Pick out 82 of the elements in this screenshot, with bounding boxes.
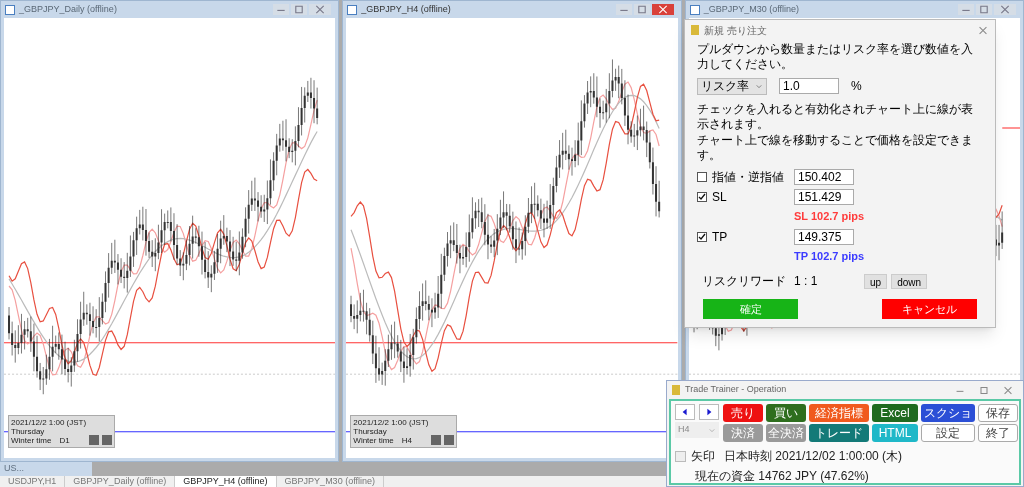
info-text: Thursday (11, 427, 46, 436)
window-title: Trade Trainer - Operation (685, 383, 787, 397)
price-input[interactable]: 150.402 (794, 169, 854, 185)
maximize-icon[interactable] (291, 4, 308, 15)
caret-icon (708, 426, 716, 434)
app-icon (672, 385, 680, 395)
risk-reward-value: 1 : 1 (794, 273, 819, 290)
step-button[interactable]: up (864, 273, 888, 289)
risk-reward-label: リスクリワード (702, 273, 787, 290)
tab[interactable]: GBPJPY_M30 (offline) (276, 476, 384, 487)
price-input[interactable]: 149.375 (794, 228, 854, 245)
maximize-icon[interactable] (633, 4, 650, 15)
instruction-text: プルダウンから数量またはリスク率を選び数値を入力してください。 (697, 42, 974, 72)
info-text: Thursday (353, 427, 388, 436)
action-button[interactable]: スクショ (921, 404, 975, 422)
tab[interactable]: USDJPY,H1 (0, 476, 66, 487)
nav-button[interactable] (102, 435, 113, 445)
price-line (1001, 127, 1020, 129)
note-text: チェックを入れると有効化されチャート上に線が表示されます。 (697, 102, 974, 132)
minimize-icon[interactable] (273, 4, 290, 15)
right-triangle-icon (705, 408, 713, 416)
risk-input[interactable]: 1.0 (779, 78, 839, 94)
cancel-button[interactable]: キャンセル (882, 299, 977, 319)
close-icon[interactable] (977, 24, 989, 36)
funds-text: 現在の資金 14762 JPY (47.62%) (695, 468, 870, 485)
tab[interactable]: GBPJPY_H4 (offline) (175, 476, 277, 487)
info-text: 2021/12/2 1:00 (JST) (353, 418, 429, 427)
dialog-title: 新規 売り注文 (704, 23, 767, 38)
left-triangle-icon (681, 408, 689, 416)
timeframe-dropdown[interactable]: H4 (675, 422, 719, 438)
maximize-icon[interactable] (978, 384, 990, 396)
unit-label: % (851, 78, 862, 95)
minimize-icon[interactable] (958, 4, 974, 15)
window-title: US... (4, 462, 24, 476)
minimized-window[interactable]: US... (0, 462, 92, 476)
close-icon[interactable] (309, 4, 332, 15)
step-button[interactable]: down (891, 273, 928, 289)
minimize-icon[interactable] (615, 4, 632, 15)
checkbox[interactable] (675, 450, 686, 462)
chart-window-icon (5, 4, 15, 15)
action-button[interactable]: 買い (766, 404, 806, 422)
action-button[interactable]: 売り (723, 404, 763, 422)
close-icon[interactable] (994, 4, 1016, 15)
info-text: Winter time (11, 436, 52, 445)
chart-window-icon (689, 4, 700, 15)
caret-icon (755, 82, 763, 90)
info-text: H4 (401, 436, 412, 445)
checkbox-label: SL (712, 189, 728, 206)
nav-button[interactable] (444, 435, 455, 445)
window-title: _GBPJPY_H4 (offline) (361, 2, 451, 16)
checkbox-label: 指値・逆指値 (712, 169, 785, 186)
action-button[interactable]: Excel (872, 404, 918, 422)
action-button[interactable]: 設定 (921, 424, 975, 442)
checkbox[interactable] (697, 231, 707, 242)
action-button[interactable]: トレード (809, 424, 869, 442)
close-icon[interactable] (651, 4, 674, 15)
app-icon (691, 25, 699, 35)
action-button[interactable]: 終了 (978, 424, 1018, 442)
maximize-icon[interactable] (976, 4, 992, 15)
nav-button[interactable] (89, 435, 100, 445)
info-text: 2021/12/2 1:00 (JST) (11, 418, 87, 427)
checkbox[interactable] (697, 192, 707, 202)
note-text: チャート上で線を移動することで価格を設定できます。 (697, 133, 974, 163)
previous-button[interactable] (675, 404, 695, 420)
time-text: 日本時刻 2021/12/02 1:00:00 (木) (724, 448, 903, 465)
checkbox-label: TP (712, 228, 729, 246)
nav-button[interactable] (431, 435, 442, 445)
checkbox-label: 矢印 (691, 448, 715, 465)
price-input[interactable]: 151.429 (794, 189, 854, 205)
checkbox[interactable] (697, 172, 707, 182)
action-button[interactable]: 経済指標 (809, 404, 869, 422)
action-button[interactable]: 保存 (978, 404, 1018, 422)
info-text: D1 (59, 436, 70, 445)
window-title: _GBPJPY_M30 (offline) (703, 2, 800, 16)
info-text: Winter time (353, 436, 394, 445)
pips-text: TP 102.7 pips (794, 248, 865, 264)
pips-text: SL 102.7 pips (794, 209, 865, 224)
next-button[interactable] (699, 404, 719, 420)
close-icon[interactable] (1002, 384, 1014, 396)
window-title: _GBPJPY_Daily (offline) (19, 2, 117, 16)
chart-window-icon (347, 4, 358, 15)
mode-dropdown[interactable]: リスク率 (697, 77, 767, 95)
